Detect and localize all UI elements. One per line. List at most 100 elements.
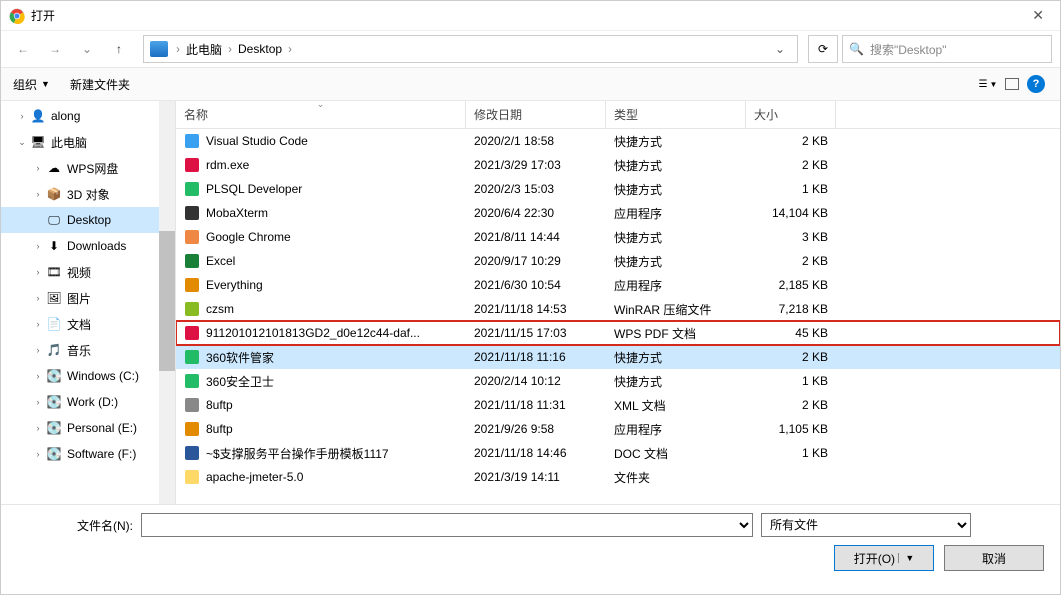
expand-icon[interactable]: ›: [31, 267, 45, 277]
tree-label: 音乐: [67, 342, 91, 359]
disk-icon: 💽: [45, 446, 63, 462]
column-size[interactable]: 大小: [746, 101, 836, 128]
file-row[interactable]: rdm.exe2021/3/29 17:03快捷方式2 KB: [176, 153, 1060, 177]
tree-item-downloads[interactable]: ›⬇Downloads: [1, 233, 175, 259]
breadcrumb-desktop[interactable]: Desktop: [234, 42, 286, 56]
organize-menu[interactable]: 组织▼: [13, 76, 50, 93]
file-row[interactable]: MobaXterm2020/6/4 22:30应用程序14,104 KB: [176, 201, 1060, 225]
file-row[interactable]: Visual Studio Code2020/2/1 18:58快捷方式2 KB: [176, 129, 1060, 153]
search-input[interactable]: 🔍 搜索"Desktop": [842, 35, 1052, 63]
filename-combo[interactable]: [141, 513, 753, 537]
tree-item--[interactable]: ›🎵音乐: [1, 337, 175, 363]
back-button[interactable]: ←: [9, 35, 37, 63]
column-header[interactable]: 名称⌄ 修改日期 类型 大小: [176, 101, 1060, 129]
view-options-button[interactable]: ☰▼: [976, 72, 1000, 96]
docs-icon: 📄: [45, 316, 63, 332]
tree-item--[interactable]: ›📄文档: [1, 311, 175, 337]
open-button[interactable]: 打开(O) ▼: [834, 545, 934, 571]
file-row[interactable]: 360软件管家2021/11/18 11:16快捷方式2 KB: [176, 345, 1060, 369]
column-name[interactable]: 名称⌄: [176, 101, 466, 128]
close-button[interactable]: ✕: [1024, 7, 1052, 24]
expand-icon[interactable]: ›: [31, 423, 45, 433]
expand-icon[interactable]: ›: [31, 345, 45, 355]
file-name: 8uftp: [206, 422, 233, 436]
file-row[interactable]: Excel2020/9/17 10:29快捷方式2 KB: [176, 249, 1060, 273]
tree-item-work-d-[interactable]: ›💽Work (D:): [1, 389, 175, 415]
refresh-button[interactable]: ⟳: [808, 35, 838, 63]
tree-item-windows-c-[interactable]: ›💽Windows (C:): [1, 363, 175, 389]
file-row[interactable]: czsm2021/11/18 14:53WinRAR 压缩文件7,218 KB: [176, 297, 1060, 321]
file-name: apache-jmeter-5.0: [206, 470, 303, 484]
new-folder-button[interactable]: 新建文件夹: [70, 76, 130, 93]
location-icon: [150, 41, 168, 57]
file-name: Google Chrome: [206, 230, 291, 244]
folder-tree[interactable]: ›👤along⌄🖥此电脑›☁WPS网盘›📦3D 对象🖵Desktop›⬇Down…: [1, 101, 176, 504]
tree-item-3d-[interactable]: ›📦3D 对象: [1, 181, 175, 207]
file-size: 2 KB: [746, 398, 836, 412]
chevron-right-icon[interactable]: ›: [286, 42, 294, 56]
column-type[interactable]: 类型: [606, 101, 746, 128]
file-row[interactable]: Google Chrome2021/8/11 14:44快捷方式3 KB: [176, 225, 1060, 249]
file-name: Everything: [206, 278, 263, 292]
preview-pane-button[interactable]: [1000, 72, 1024, 96]
file-size: 1 KB: [746, 182, 836, 196]
file-date: 2021/11/18 14:46: [466, 446, 606, 460]
file-name: czsm: [206, 302, 234, 316]
expand-icon[interactable]: ›: [15, 111, 29, 121]
file-type-filter[interactable]: 所有文件: [761, 513, 971, 537]
recent-dropdown[interactable]: ⌄: [73, 35, 101, 63]
tree-item-desktop[interactable]: 🖵Desktop: [1, 207, 175, 233]
cancel-button[interactable]: 取消: [944, 545, 1044, 571]
expand-icon[interactable]: ›: [31, 397, 45, 407]
tree-item--[interactable]: ›🖼图片: [1, 285, 175, 311]
file-name: 360安全卫士: [206, 373, 274, 390]
pictures-icon: 🖼: [45, 290, 63, 306]
breadcrumb-this-pc[interactable]: 此电脑: [182, 41, 226, 58]
file-type: WinRAR 压缩文件: [606, 301, 746, 318]
pc-icon: 🖥: [29, 134, 47, 150]
expand-icon[interactable]: ⌄: [15, 137, 29, 148]
chevron-right-icon[interactable]: ›: [174, 42, 182, 56]
file-row[interactable]: 8uftp2021/11/18 11:31XML 文档2 KB: [176, 393, 1060, 417]
expand-icon[interactable]: ›: [31, 241, 45, 251]
tree-item-personal-e-[interactable]: ›💽Personal (E:): [1, 415, 175, 441]
expand-icon[interactable]: ›: [31, 449, 45, 459]
file-list[interactable]: Visual Studio Code2020/2/1 18:58快捷方式2 KB…: [176, 129, 1060, 504]
tree-item--[interactable]: ⌄🖥此电脑: [1, 129, 175, 155]
file-icon: [184, 277, 200, 293]
file-type: 快捷方式: [606, 253, 746, 270]
file-date: 2021/11/15 17:03: [466, 326, 606, 340]
expand-icon[interactable]: ›: [31, 293, 45, 303]
tree-item--[interactable]: ›🎞视频: [1, 259, 175, 285]
expand-icon[interactable]: ›: [31, 163, 45, 173]
file-row[interactable]: ~$支撑服务平台操作手册模板11172021/11/18 14:46DOC 文档…: [176, 441, 1060, 465]
file-row[interactable]: PLSQL Developer2020/2/3 15:03快捷方式1 KB: [176, 177, 1060, 201]
address-bar[interactable]: › 此电脑 › Desktop › ⌄: [143, 35, 798, 63]
tree-scrollbar[interactable]: [159, 101, 175, 504]
tree-item-software-f-[interactable]: ›💽Software (F:): [1, 441, 175, 467]
file-row[interactable]: 911201012101813GD2_d0e12c44-daf...2021/1…: [176, 321, 1060, 345]
file-size: 7,218 KB: [746, 302, 836, 316]
expand-icon[interactable]: ›: [31, 371, 45, 381]
file-type: 快捷方式: [606, 349, 746, 366]
chevron-right-icon[interactable]: ›: [226, 42, 234, 56]
expand-icon[interactable]: ›: [31, 189, 45, 199]
help-button[interactable]: ?: [1024, 72, 1048, 96]
file-row[interactable]: Everything2021/6/30 10:54应用程序2,185 KB: [176, 273, 1060, 297]
file-row[interactable]: apache-jmeter-5.02021/3/19 14:11文件夹: [176, 465, 1060, 489]
expand-icon[interactable]: ›: [31, 319, 45, 329]
file-date: 2021/6/30 10:54: [466, 278, 606, 292]
file-date: 2021/9/26 9:58: [466, 422, 606, 436]
tree-item-wps-[interactable]: ›☁WPS网盘: [1, 155, 175, 181]
file-row[interactable]: 8uftp2021/9/26 9:58应用程序1,105 KB: [176, 417, 1060, 441]
file-icon: [184, 469, 200, 485]
tree-item-along[interactable]: ›👤along: [1, 103, 175, 129]
file-row[interactable]: 360安全卫士2020/2/14 10:12快捷方式1 KB: [176, 369, 1060, 393]
column-date[interactable]: 修改日期: [466, 101, 606, 128]
video-icon: 🎞: [45, 264, 63, 280]
file-date: 2020/6/4 22:30: [466, 206, 606, 220]
address-dropdown[interactable]: ⌄: [769, 42, 791, 56]
chrome-icon: [9, 8, 25, 24]
up-button[interactable]: ↑: [105, 35, 133, 63]
file-name: Visual Studio Code: [206, 134, 308, 148]
